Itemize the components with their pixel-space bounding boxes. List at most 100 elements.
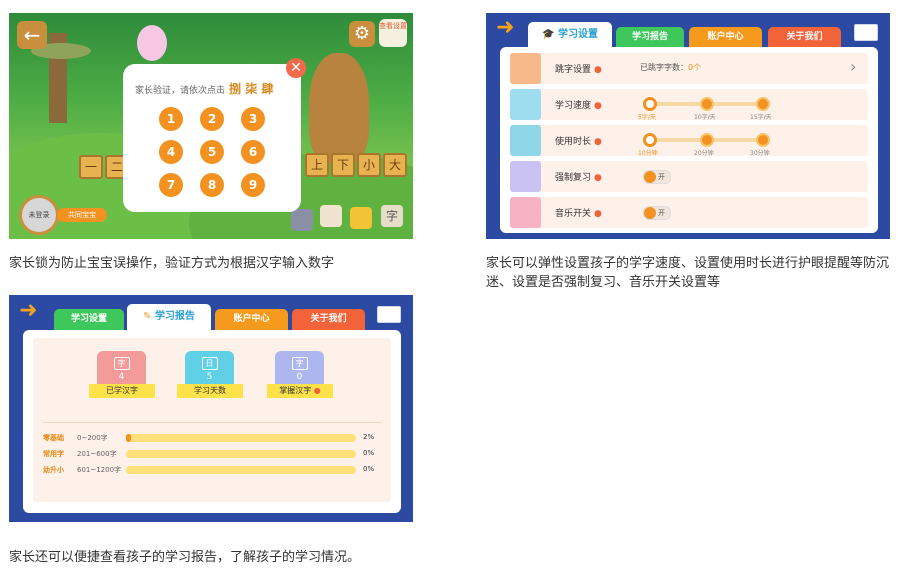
char-tile[interactable]: 一 [79,155,103,179]
setting-label: 强制复习 ● [555,173,602,183]
tab-settings-label: 学习设置 [557,29,598,40]
setting-row-skip[interactable]: 跳字设置 ● 已跳字字数：0个 › [510,53,868,84]
chevron-right-icon[interactable]: › [850,57,856,76]
character-card-icon[interactable]: 字 [381,205,403,227]
stat-value: 5 [206,372,213,382]
duration-stop-label: 20分钟 [694,150,714,157]
tab-about[interactable]: 关于我们 [768,27,841,48]
view-settings-button[interactable]: 查看设置 [379,19,407,47]
lock-target-chars: 捌 柒 肆 [229,82,274,96]
skip-count: 已跳字字数：0个 [640,63,702,72]
number-button-2[interactable]: 2 [200,107,224,131]
setting-row-music: 音乐开关 ● 开 [510,197,868,228]
tab-settings[interactable]: 🎓 学习设置 [528,22,612,48]
level-range: 601~1200字 [77,466,122,474]
level-progress-bar [126,450,356,458]
baobab-tree-decoration [309,53,369,163]
level-percent: 2% [363,433,375,441]
profile-button[interactable]: 共同宝宝 [57,208,107,222]
tab-account[interactable]: 账户中心 [215,309,288,330]
setting-label: 学习速度 ● [555,101,602,111]
duration-stop[interactable] [756,133,770,147]
level-range: 201~600字 [77,450,117,458]
setting-row-review: 强制复习 ● 开 [510,161,868,192]
number-button-5[interactable]: 5 [200,140,224,164]
mail-icon[interactable] [377,306,401,323]
toggle-knob [644,207,656,219]
alarm-clock-icon [510,125,541,156]
tab-account[interactable]: 账户中心 [689,27,762,48]
tab-report-label: 学习报告 [154,311,195,322]
level-percent: 0% [363,449,375,457]
level-name: 幼升小 [43,466,64,474]
divider [43,422,381,423]
setting-row-duration: 使用时长 ● 10分钟 20分钟 30分钟 [510,125,868,157]
stat-label: 掌握汉字 ● [267,384,333,398]
report-panel: 字 4 已学汉字 日 5 学习天数 字 0 掌握汉字 ● 零基础 0~200字 … [33,338,391,502]
calendar-icon: 日 [201,357,218,370]
lock-prompt: 家长验证，请依次点击捌 柒 肆 [135,80,273,97]
settings-screen: ➜ 🎓 学习设置 学习报告 账户中心 关于我们 跳字设置 ● 已跳字字数：0个 ›… [486,13,890,239]
stat-value: 0 [296,372,303,382]
char-tile[interactable]: 大 [383,153,407,177]
number-button-8[interactable]: 8 [200,173,224,197]
number-button-6[interactable]: 6 [241,140,265,164]
stat-label: 已学汉字 [89,384,155,398]
number-button-7[interactable]: 7 [159,173,183,197]
tab-report[interactable]: ✎ 学习报告 [127,304,211,330]
back-button[interactable]: ← [17,21,47,49]
level-progress-bar [126,466,356,474]
speed-slider-knob[interactable] [643,97,657,111]
number-button-1[interactable]: 1 [159,107,183,131]
number-button-3[interactable]: 3 [241,107,265,131]
review-book-icon [510,161,541,192]
toggle-knob [644,171,656,183]
char-tile[interactable]: 上 [305,153,329,177]
gear-icon[interactable]: ⚙ [349,21,375,47]
rocket-icon [510,89,541,120]
close-icon[interactable]: ✕ [286,58,306,78]
music-toggle[interactable]: 开 [643,206,671,220]
level-progress-bar [126,434,356,442]
bunny-mascot-icon [137,25,167,61]
speed-stop-label: 10字/天 [694,114,716,121]
level-range: 0~200字 [77,434,108,442]
horse-icon[interactable] [320,205,342,227]
char-tile[interactable]: 小 [357,153,381,177]
back-arrow-icon[interactable]: ➜ [19,298,37,323]
duration-slider-knob[interactable] [643,133,657,147]
speed-stop-label: 5字/天 [638,114,656,121]
review-toggle[interactable]: 开 [643,170,671,184]
report-screen: ➜ 学习设置 ✎ 学习报告 账户中心 关于我们 字 4 已学汉字 日 5 学习天… [9,295,413,522]
parent-lock-dialog: ✕ 家长验证，请依次点击捌 柒 肆 1 2 3 4 5 6 7 8 9 [123,58,306,212]
speed-stop[interactable] [700,97,714,111]
settings-sheet: 跳字设置 ● 已跳字字数：0个 › 学习速度 ● 5字/天 10字/天 15字/天 … [500,47,878,233]
level-name: 常用字 [43,450,64,458]
level-percent: 0% [363,465,375,473]
progress-fill [126,434,131,442]
speed-stop[interactable] [756,97,770,111]
book-icon[interactable] [350,207,372,229]
back-arrow-icon[interactable]: ➜ [496,15,514,40]
duration-stop[interactable] [700,133,714,147]
lock-prompt-text: 家长验证，请依次点击 [135,86,226,96]
duration-stop-label: 10分钟 [638,150,658,157]
caption-report: 家长还可以便捷查看孩子的学习报告，了解孩子的学习情况。 [9,550,361,565]
caption-parent-lock: 家长锁为防止宝宝误操作，验证方式为根据汉字输入数字 [9,256,335,271]
number-button-4[interactable]: 4 [159,140,183,164]
tools-icon[interactable] [291,209,313,231]
report-sheet: 字 4 已学汉字 日 5 学习天数 字 0 掌握汉字 ● 零基础 0~200字 … [23,330,401,513]
tab-about[interactable]: 关于我们 [292,309,365,330]
stat-value: 4 [118,372,125,382]
speed-stop-label: 15字/天 [750,114,772,121]
avatar[interactable]: 未登录 [19,195,59,235]
tab-report[interactable]: 学习报告 [616,27,684,48]
char-tile[interactable]: 下 [331,153,355,177]
tab-settings[interactable]: 学习设置 [54,309,124,330]
game-screenshot: ← ⚙ 查看设置 一 二 上 下 小 大 未登录 共同宝宝 字 ✕ 家长验证，请… [9,13,413,239]
number-button-9[interactable]: 9 [241,173,265,197]
stat-label: 学习天数 [177,384,243,398]
mail-icon[interactable] [854,24,878,41]
char-glyph-icon: 字 [113,357,130,370]
setting-label: 跳字设置 ● [555,65,602,75]
